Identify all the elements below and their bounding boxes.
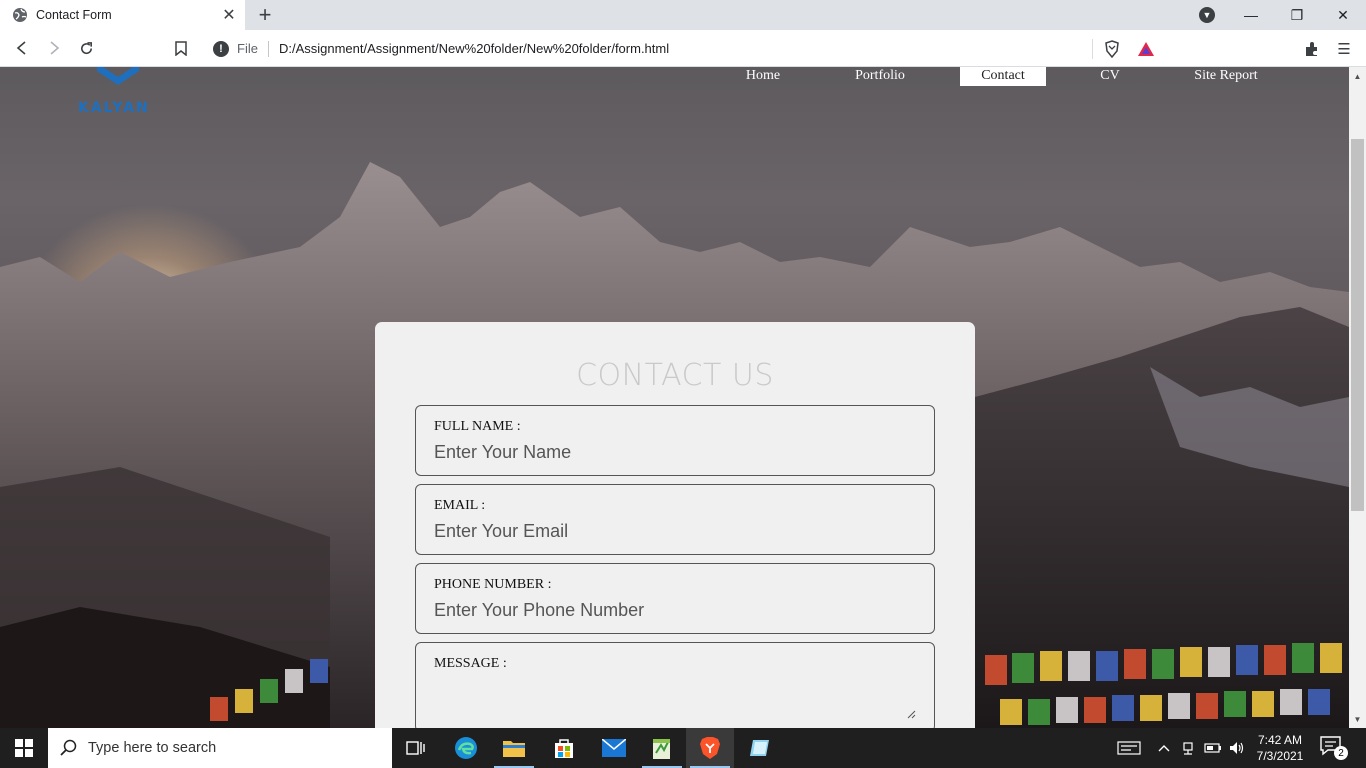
network-icon[interactable] bbox=[1178, 728, 1198, 768]
email-input[interactable] bbox=[434, 521, 914, 542]
logo-text: KALYAN bbox=[78, 100, 150, 116]
reload-icon[interactable] bbox=[75, 37, 97, 59]
volume-icon[interactable] bbox=[1226, 728, 1248, 768]
mail-icon[interactable] bbox=[590, 728, 638, 768]
resize-handle-icon[interactable] bbox=[906, 709, 916, 719]
nav-site-report[interactable]: Site Report bbox=[1186, 67, 1266, 86]
scheme-label: File bbox=[237, 41, 258, 56]
form-title: CONTACT US bbox=[576, 358, 774, 393]
browser-tab-bar: Contact Form ✕ + ▼ — ❐ ✕ bbox=[0, 0, 1366, 30]
back-icon[interactable] bbox=[11, 37, 33, 59]
full-name-field[interactable]: FULL NAME : bbox=[415, 405, 935, 476]
address-bar[interactable]: ! File D:/Assignment/Assignment/New%20fo… bbox=[203, 34, 1163, 63]
taskbar-search[interactable]: Type here to search bbox=[48, 728, 392, 768]
phone-input[interactable] bbox=[434, 600, 914, 621]
url-text[interactable]: D:/Assignment/Assignment/New%20folder/Ne… bbox=[279, 41, 1092, 56]
forward-icon[interactable] bbox=[43, 37, 65, 59]
notepad-plus-icon[interactable] bbox=[638, 728, 686, 768]
close-tab-icon[interactable]: ✕ bbox=[219, 5, 239, 25]
nav-contact[interactable]: Contact bbox=[960, 67, 1046, 86]
edge-icon[interactable] bbox=[442, 728, 490, 768]
new-tab-button[interactable]: + bbox=[254, 4, 276, 26]
nav-home[interactable]: Home bbox=[738, 67, 788, 86]
system-clock[interactable]: 7:42 AM 7/3/2021 bbox=[1250, 732, 1310, 764]
battery-icon[interactable] bbox=[1202, 728, 1224, 768]
clock-time: 7:42 AM bbox=[1257, 733, 1303, 747]
nav-portfolio[interactable]: Portfolio bbox=[848, 67, 912, 86]
address-separator bbox=[267, 40, 269, 57]
brave-browser-icon[interactable] bbox=[686, 728, 734, 768]
site-info-icon[interactable]: ! bbox=[213, 40, 229, 57]
search-placeholder: Type here to search bbox=[88, 740, 217, 756]
search-icon bbox=[60, 739, 77, 756]
brave-rewards-icon[interactable] bbox=[1137, 40, 1155, 58]
clock-date: 7/3/2021 bbox=[1256, 749, 1304, 763]
page-viewport: KALYAN Home Portfolio Contact CV Site Re… bbox=[0, 67, 1349, 728]
email-field[interactable]: EMAIL : bbox=[415, 484, 935, 555]
email-label: EMAIL : bbox=[434, 498, 486, 513]
file-explorer-icon[interactable] bbox=[490, 728, 538, 768]
notifications-button[interactable]: 2 bbox=[1320, 736, 1350, 760]
scroll-thumb[interactable] bbox=[1351, 139, 1364, 511]
browser-toolbar: ! File D:/Assignment/Assignment/New%20fo… bbox=[0, 30, 1366, 67]
message-field[interactable]: MESSAGE : bbox=[415, 642, 935, 728]
tab-title: Contact Form bbox=[36, 8, 112, 22]
page-scrollbar[interactable]: ▲ ▼ bbox=[1349, 67, 1366, 728]
start-button[interactable] bbox=[0, 728, 48, 768]
menu-icon[interactable]: ☰ bbox=[1333, 38, 1355, 60]
globe-icon bbox=[13, 8, 27, 22]
chevron-up-icon[interactable] bbox=[1154, 728, 1174, 768]
phone-field[interactable]: PHONE NUMBER : bbox=[415, 563, 935, 634]
restore-button[interactable]: ❐ bbox=[1274, 0, 1320, 30]
notification-count-badge: 2 bbox=[1334, 746, 1348, 760]
task-view-icon[interactable] bbox=[392, 728, 440, 768]
nav-cv[interactable]: CV bbox=[1094, 67, 1126, 86]
browser-tab[interactable]: Contact Form ✕ bbox=[0, 0, 245, 30]
full-name-label: FULL NAME : bbox=[434, 419, 521, 434]
contact-form-card: CONTACT US FULL NAME : EMAIL : PHONE NUM… bbox=[375, 322, 975, 728]
full-name-input[interactable] bbox=[434, 442, 914, 463]
store-icon[interactable] bbox=[540, 728, 588, 768]
scroll-up-icon[interactable]: ▲ bbox=[1349, 69, 1366, 83]
app-icon[interactable] bbox=[736, 728, 784, 768]
scroll-down-icon[interactable]: ▼ bbox=[1349, 712, 1366, 726]
windows-taskbar: Type here to search 7:42 AM 7/3/2021 2 bbox=[0, 728, 1366, 768]
action-center-keyboard-icon[interactable] bbox=[1114, 728, 1144, 768]
minimize-button[interactable]: — bbox=[1228, 0, 1274, 30]
extensions-icon[interactable] bbox=[1301, 38, 1323, 60]
brave-shield-icon[interactable] bbox=[1103, 39, 1121, 58]
site-navigation: Home Portfolio Contact CV Site Report bbox=[0, 67, 1349, 87]
close-window-button[interactable]: ✕ bbox=[1320, 0, 1366, 30]
phone-label: PHONE NUMBER : bbox=[434, 577, 552, 592]
bookmark-icon[interactable] bbox=[170, 37, 192, 59]
address-divider bbox=[1092, 38, 1093, 59]
windows-logo-icon bbox=[15, 739, 33, 757]
message-label: MESSAGE : bbox=[434, 656, 507, 671]
profile-menu-icon[interactable]: ▼ bbox=[1199, 7, 1215, 23]
